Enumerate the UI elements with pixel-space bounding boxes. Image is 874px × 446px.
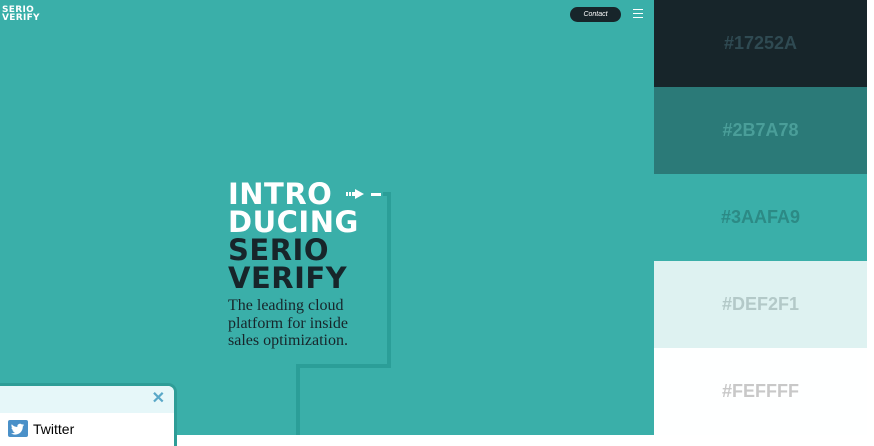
swatch-def2f1: #DEF2F1 xyxy=(654,261,867,348)
headline-line-2: DUCING xyxy=(228,205,359,239)
swatch-2b7a78: #2B7A78 xyxy=(654,87,867,174)
swatch-hex-label: #FEFFFF xyxy=(722,381,799,401)
swatch-hex-label: #DEF2F1 xyxy=(721,294,800,314)
swatch-hex-label: #17252A xyxy=(723,33,798,53)
swatch-hex-label: #3AAFA9 xyxy=(720,207,801,227)
twitter-share-link[interactable]: Twitter xyxy=(0,413,174,437)
color-palette: #17252A #2B7A78 #3AAFA9 #DEF2F1 #FEFFFF xyxy=(654,0,867,435)
twitter-label: Twitter xyxy=(33,420,75,437)
headline-line-3: SERIO xyxy=(228,233,329,267)
social-share-widget: ✕ Twitter xyxy=(0,386,174,446)
hero-section: SERIO VERIFY Contact INTRO DUCING SERIO … xyxy=(0,0,654,435)
swatch-feffff: #FEFFFF xyxy=(654,348,867,435)
tagline-line-1: The leading cloud xyxy=(228,297,344,314)
tagline-line-3: sales optimization. xyxy=(228,332,348,349)
swatch-hex-label: #2B7A78 xyxy=(722,120,799,140)
swatch-17252a: #17252A xyxy=(654,0,867,87)
tagline-line-2: platform for inside xyxy=(228,314,348,332)
tagline: The leading cloud platform for inside sa… xyxy=(228,297,348,350)
headline-line-4: VERIFY xyxy=(228,261,348,295)
twitter-icon xyxy=(8,420,28,437)
close-icon[interactable]: ✕ xyxy=(152,389,165,409)
social-widget-header: ✕ xyxy=(0,386,174,413)
headline: INTRO DUCING SERIO VERIFY xyxy=(228,177,359,295)
swatch-3aafa9: #3AAFA9 xyxy=(654,174,867,261)
page-edge xyxy=(867,0,874,439)
headline-line-1: INTRO xyxy=(228,177,333,211)
